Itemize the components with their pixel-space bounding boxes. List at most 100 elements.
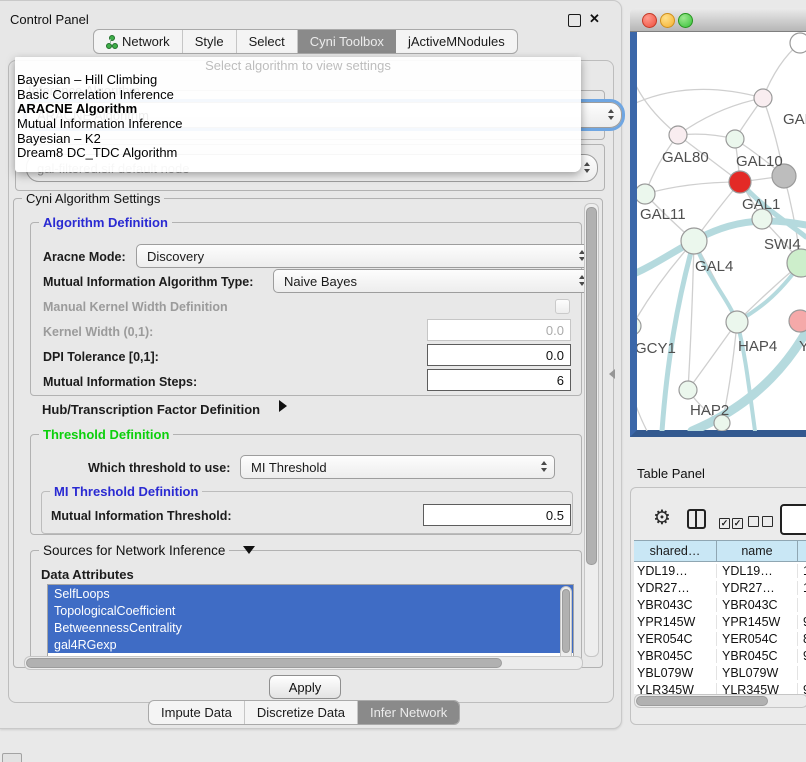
table-row[interactable]: YBL079WYBL079W (634, 664, 806, 681)
tab-discretize-data[interactable]: Discretize Data (245, 701, 358, 724)
table-row[interactable]: YDL19…YDL19…13 (634, 562, 806, 579)
column-header-shared[interactable]: shared… (634, 540, 717, 562)
list-item[interactable]: SelfLoops (48, 585, 573, 602)
table-panel-title: Table Panel (637, 466, 705, 481)
hub-definition-label[interactable]: Hub/Transcription Factor Definition (42, 402, 260, 417)
node-gal80[interactable] (669, 126, 687, 144)
settings-horizontal-scrollbar[interactable] (24, 656, 583, 670)
control-panel-title: Control Panel (10, 12, 89, 27)
minimize-traffic-light-icon[interactable] (660, 13, 675, 28)
table-header: shared… name (634, 540, 806, 562)
node-gal4[interactable] (681, 228, 707, 254)
node-hap2[interactable] (679, 381, 697, 399)
control-panel-tabbar: Network Style Select Cyni Toolbox jActiv… (93, 29, 518, 54)
mi-type-combo[interactable]: Naive Bayes (273, 269, 593, 293)
manual-kernel-checkbox[interactable] (555, 299, 570, 314)
network-window-titlebar[interactable] (630, 8, 806, 32)
table-row[interactable]: YBR043CYBR043C (634, 596, 806, 613)
dpi-tolerance-field[interactable]: 0.0 (427, 344, 571, 366)
which-threshold-combo[interactable]: MI Threshold (240, 455, 555, 479)
tab-impute-data[interactable]: Impute Data (149, 701, 245, 724)
table-row[interactable]: YLR345WYLR345W9. (634, 681, 806, 694)
table-mode-icon[interactable] (780, 504, 806, 535)
close-traffic-light-icon[interactable] (642, 13, 657, 28)
network-canvas[interactable]: GAL80 GAL10 GAL1 GAL11 SWI4 GAL4 GCY1 HA… (630, 32, 806, 437)
list-item[interactable]: gal4RGexp (48, 636, 573, 653)
node-label: GAL80 (662, 149, 709, 166)
sources-group: Sources for Network Inference Data Attri… (30, 550, 582, 667)
table-row[interactable]: YDR27…YDR27…12 (634, 579, 806, 596)
table-row[interactable]: YPR145WYPR145W9. (634, 613, 806, 630)
gear-icon[interactable]: ⚙ (653, 508, 671, 528)
node-salmon[interactable] (789, 310, 806, 332)
zoom-traffic-light-icon[interactable] (678, 13, 693, 28)
aracne-mode-combo[interactable]: Discovery (136, 244, 593, 268)
node-label: GAL11 (640, 206, 686, 223)
algorithm-placeholder: Select algorithm to view settings (15, 57, 581, 73)
settings-vertical-scrollbar[interactable] (584, 203, 599, 657)
apply-button[interactable]: Apply (269, 675, 341, 699)
node-gcy1[interactable] (637, 317, 641, 335)
network-view-window: GAL80 GAL10 GAL1 GAL11 SWI4 GAL4 GCY1 HA… (630, 8, 806, 437)
collapse-down-icon[interactable] (243, 546, 255, 554)
which-threshold-label: Which threshold to use: (88, 461, 230, 475)
algorithm-option[interactable]: Bayesian – Hill Climbing (15, 73, 581, 88)
tab-select[interactable]: Select (237, 30, 298, 53)
mi-steps-label: Mutual Information Steps: (43, 375, 197, 389)
expand-right-icon[interactable] (279, 400, 287, 412)
tab-jactivemnodules[interactable]: jActiveMNodules (396, 30, 517, 53)
node-gal1[interactable] (729, 171, 751, 193)
cyni-algorithm-settings-group: Cyni Algorithm Settings Algorithm Defini… (13, 198, 603, 668)
tab-network[interactable]: Network (94, 30, 183, 53)
deselect-all-checkboxes-icon[interactable] (748, 514, 773, 532)
combo-arrows-icon (584, 162, 590, 173)
tab-cyni-toolbox[interactable]: Cyni Toolbox (298, 30, 396, 53)
screen: Control Panel ✕ Network Style Select Cyn… (0, 0, 806, 762)
table-horizontal-scrollbar[interactable] (634, 694, 806, 708)
node-gal10[interactable] (726, 130, 744, 148)
mi-steps-field[interactable]: 6 (427, 369, 571, 391)
dpi-tolerance-label: DPI Tolerance [0,1]: (43, 350, 159, 364)
algorithm-definition-group: Algorithm Definition Aracne Mode: Discov… (30, 222, 582, 396)
column-header-cut[interactable] (798, 540, 806, 562)
list-item[interactable]: TopologicalCoefficient (48, 602, 573, 619)
kernel-width-field[interactable]: 0.0 (427, 319, 571, 341)
mi-threshold-definition-group: MI Threshold Definition Mutual Informati… (41, 491, 573, 534)
table-row[interactable]: YBR045CYBR045C9. (634, 647, 806, 664)
minimized-panel-button[interactable] (2, 753, 22, 762)
table-row[interactable]: YER054CYER054C8. (634, 630, 806, 647)
close-icon[interactable]: ✕ (589, 11, 600, 27)
algorithm-option[interactable]: Dream8 DC_TDC Algorithm (15, 146, 581, 161)
sources-title[interactable]: Sources for Network Inference (39, 543, 229, 558)
node-label: GCY1 (637, 340, 676, 357)
bottom-tabbar: Impute Data Discretize Data Infer Networ… (148, 700, 460, 725)
node-unlabeled[interactable] (790, 33, 806, 53)
mi-threshold-label: Mutual Information Threshold: (51, 509, 232, 523)
network-icon (106, 35, 117, 48)
network-graph: GAL80 GAL10 GAL1 GAL11 SWI4 GAL4 GCY1 HA… (637, 32, 806, 431)
column-layout-icon[interactable] (687, 509, 706, 529)
algorithm-option[interactable]: Bayesian – K2 (15, 132, 581, 147)
node-hap4[interactable] (726, 311, 748, 333)
tab-style[interactable]: Style (183, 30, 237, 53)
select-all-checkboxes-icon[interactable]: ✓✓ (719, 513, 743, 531)
kernel-width-label: Kernel Width (0,1): (43, 325, 153, 339)
node-label: GAL10 (736, 153, 783, 170)
splitpane-collapse-icon[interactable] (609, 369, 615, 379)
node-label: GAL4 (695, 258, 733, 275)
float-window-icon[interactable] (568, 14, 581, 27)
node-table: shared… name YDL19…YDL19…13 YDR27…YDR27…… (634, 540, 806, 694)
tab-infer-network[interactable]: Infer Network (358, 701, 459, 724)
mi-threshold-field[interactable]: 0.5 (423, 504, 571, 526)
list-item[interactable]: BetweennessCentrality (48, 619, 573, 636)
node-label: GAL1 (742, 196, 780, 213)
node-label: HAP4 (738, 338, 777, 355)
threshold-definition-group: Threshold Definition Which threshold to … (30, 434, 582, 535)
node-gal11[interactable] (637, 184, 655, 204)
algorithm-option[interactable]: Mutual Information Inference (15, 117, 581, 132)
algorithm-option-selected[interactable]: ARACNE Algorithm (15, 102, 581, 117)
node-gal-cut[interactable] (754, 89, 772, 107)
algorithm-option[interactable]: Basic Correlation Inference (15, 88, 581, 103)
node-label: SWI4 (764, 236, 801, 253)
column-header-name[interactable]: name (717, 540, 798, 562)
